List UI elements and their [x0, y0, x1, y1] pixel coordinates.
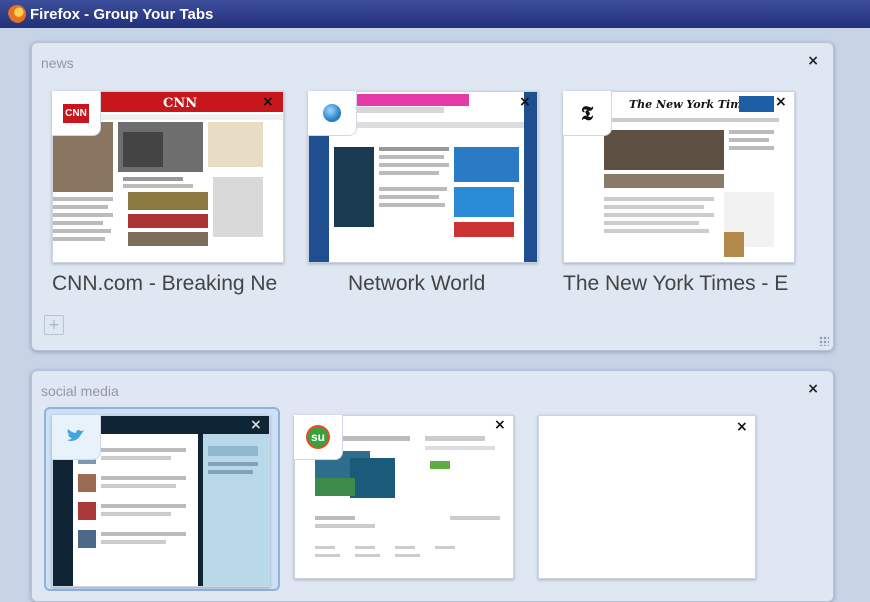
tab-close-button[interactable]: ×	[494, 417, 506, 433]
tab-title: CNN.com - Breaking Ne	[52, 272, 278, 295]
stumbleupon-icon: su	[294, 415, 343, 460]
plus-icon: +	[48, 317, 60, 333]
cnn-icon: CNN	[52, 91, 101, 136]
firefox-icon	[8, 5, 26, 23]
tab-group-news[interactable]: news × CNN CNN × CNN.com - Breaking Ne ×…	[31, 42, 834, 351]
tab-close-button[interactable]: ×	[250, 417, 262, 433]
group-title[interactable]: social media	[41, 383, 119, 399]
twitter-bird-icon	[52, 415, 101, 460]
tab-group-social-media[interactable]: social media × × su × ×	[31, 370, 834, 602]
tab-title: The New York Times - E	[563, 272, 789, 295]
nyt-icon: 𝕿	[563, 91, 612, 136]
tab-cnn[interactable]: CNN CNN × CNN.com - Breaking Ne	[52, 91, 292, 311]
group-title[interactable]: news	[41, 55, 74, 71]
tab-title: Network World	[348, 272, 486, 295]
tab-thumbnail[interactable]	[538, 415, 756, 579]
group-close-button[interactable]: ×	[807, 381, 819, 397]
svg-text:The New York Times: The New York Times	[629, 98, 755, 111]
tab-twitter[interactable]: ×	[52, 415, 272, 587]
tab-close-button[interactable]: ×	[262, 94, 274, 110]
tab-close-button[interactable]: ×	[736, 419, 748, 435]
tab-stumbleupon[interactable]: su ×	[294, 415, 519, 585]
resize-handle[interactable]	[819, 336, 829, 346]
tab-close-button[interactable]: ×	[519, 94, 531, 110]
window-title: Firefox - Group Your Tabs	[30, 5, 214, 23]
tab-blank[interactable]: ×	[538, 415, 763, 585]
tab-close-button[interactable]: ×	[775, 94, 787, 110]
globe-icon	[308, 91, 357, 136]
window-titlebar: Firefox - Group Your Tabs	[0, 0, 870, 28]
tab-new-york-times[interactable]: The New York Times 𝕿 × The New York Time…	[563, 91, 803, 311]
twitter-bird-glyph	[67, 429, 85, 441]
group-close-button[interactable]: ×	[807, 53, 819, 69]
new-tab-button[interactable]: +	[44, 315, 64, 335]
svg-text:CNN: CNN	[163, 96, 197, 111]
tab-network-world[interactable]: × Network World	[308, 91, 548, 311]
